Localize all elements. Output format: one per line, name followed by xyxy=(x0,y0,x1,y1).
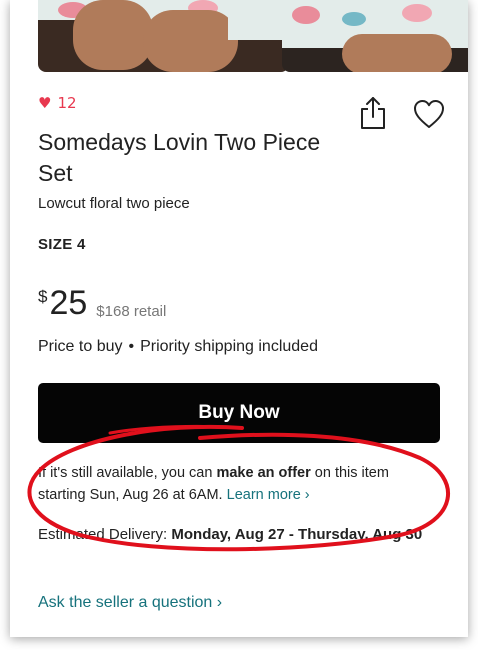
offer-text-bold: make an offer xyxy=(216,465,311,481)
product-photo[interactable] xyxy=(282,0,468,72)
like-count[interactable]: ♥ 12 xyxy=(38,94,77,112)
shipping-note: Priority shipping included xyxy=(140,338,318,355)
listing-size: SIZE 4 xyxy=(38,236,86,253)
ask-seller-link[interactable]: Ask the seller a question › xyxy=(38,594,222,612)
delivery-dates: Monday, Aug 27 - Thursday, Aug 30 xyxy=(171,526,423,543)
price-note: Price to buy xyxy=(38,338,123,355)
price: $ 25 $168 retail xyxy=(38,284,166,322)
price-amount: 25 xyxy=(49,284,88,322)
offer-text-1: If it's still available, you can xyxy=(38,465,217,481)
listing-title: Somedays Lovin Two Piece Set xyxy=(38,129,321,186)
offer-notice: If it's still available, you can make an… xyxy=(38,462,438,506)
share-icon[interactable] xyxy=(360,96,386,130)
price-shipping-note: Price to buy • Priority shipping include… xyxy=(38,338,318,356)
estimated-delivery: Estimated Delivery: Monday, Aug 27 - Thu… xyxy=(38,524,448,546)
price-currency: $ xyxy=(38,287,48,306)
product-photo[interactable] xyxy=(38,0,289,72)
learn-more-link[interactable]: Learn more › xyxy=(227,487,310,503)
retail-price: $168 retail xyxy=(96,303,167,320)
heart-icon: ♥ xyxy=(38,93,52,112)
like-count-value: 12 xyxy=(57,94,77,112)
buy-now-button[interactable]: Buy Now xyxy=(38,383,440,443)
delivery-label: Estimated Delivery: xyxy=(38,526,172,543)
heart-outline-icon[interactable] xyxy=(413,99,445,129)
separator-dot: • xyxy=(128,338,135,355)
listing-description: Lowcut floral two piece xyxy=(38,195,190,212)
listing-card: ♥ 12 Somedays Lovin Two Piece Set Lowcut… xyxy=(10,0,468,637)
